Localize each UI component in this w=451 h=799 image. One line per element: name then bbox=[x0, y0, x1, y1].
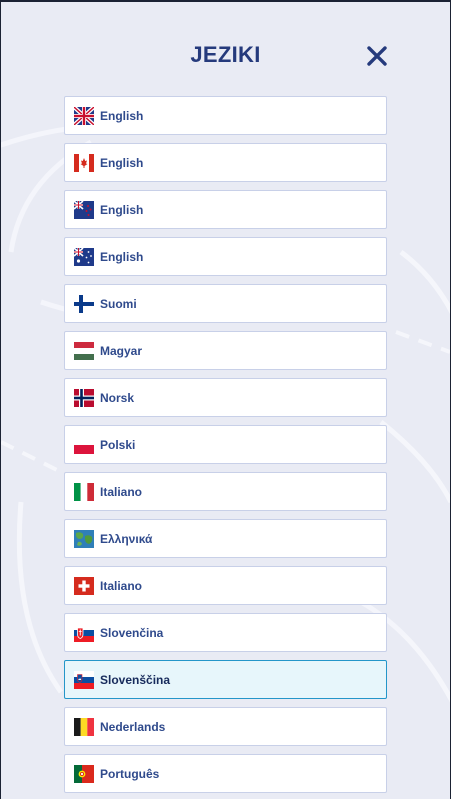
language-option-magyar[interactable]: Magyar bbox=[64, 331, 387, 370]
language-label: English bbox=[100, 155, 144, 170]
belgium-flag-icon bbox=[74, 717, 94, 736]
australia-flag-icon bbox=[74, 247, 94, 266]
language-label: Slovenščina bbox=[100, 672, 171, 687]
language-option-nederlands[interactable]: Nederlands bbox=[64, 707, 387, 746]
language-label: Slovenčina bbox=[100, 625, 164, 640]
language-option-english-ca[interactable]: English bbox=[64, 143, 387, 182]
language-label: Suomi bbox=[100, 296, 137, 311]
language-option-portugues[interactable]: Português bbox=[64, 754, 387, 793]
close-button[interactable] bbox=[364, 43, 390, 69]
language-list: English English English English Suomi Ma… bbox=[64, 96, 387, 799]
finland-flag-icon bbox=[74, 294, 94, 313]
language-option-english-uk[interactable]: English bbox=[64, 96, 387, 135]
language-label: English bbox=[100, 202, 144, 217]
new-zealand-flag-icon bbox=[74, 200, 94, 219]
language-option-suomi[interactable]: Suomi bbox=[64, 284, 387, 323]
language-option-italiano-ch[interactable]: Italiano bbox=[64, 566, 387, 605]
language-option-english-nz[interactable]: English bbox=[64, 190, 387, 229]
language-modal: JEZIKI English English English English S… bbox=[1, 2, 450, 799]
language-option-slovenscina-selected[interactable]: Slovenščina bbox=[64, 660, 387, 699]
language-label: Português bbox=[100, 766, 160, 781]
canada-flag-icon bbox=[74, 153, 94, 172]
language-option-slovencina[interactable]: Slovenčina bbox=[64, 613, 387, 652]
language-label: Italiano bbox=[100, 578, 143, 593]
uk-flag-icon bbox=[74, 106, 94, 125]
norway-flag-icon bbox=[74, 388, 94, 407]
language-label: Polski bbox=[100, 437, 136, 452]
language-option-italiano[interactable]: Italiano bbox=[64, 472, 387, 511]
language-option-english-au[interactable]: English bbox=[64, 237, 387, 276]
greek-globe-flag-icon bbox=[74, 529, 94, 548]
language-label: English bbox=[100, 249, 144, 264]
slovenia-flag-icon bbox=[74, 670, 94, 689]
language-label: Norsk bbox=[100, 390, 135, 405]
portugal-flag-icon bbox=[74, 764, 94, 783]
close-icon bbox=[367, 46, 387, 66]
language-label: Magyar bbox=[100, 343, 143, 358]
language-option-norsk[interactable]: Norsk bbox=[64, 378, 387, 417]
italy-flag-icon bbox=[74, 482, 94, 501]
language-option-greek[interactable]: Ελληνικά bbox=[64, 519, 387, 558]
language-label: English bbox=[100, 108, 144, 123]
language-label: Ελληνικά bbox=[100, 531, 153, 546]
hungary-flag-icon bbox=[74, 341, 94, 360]
language-label: Nederlands bbox=[100, 719, 166, 734]
slovakia-flag-icon bbox=[74, 623, 94, 642]
switzerland-flag-icon bbox=[74, 576, 94, 595]
poland-flag-icon bbox=[74, 435, 94, 454]
language-label: Italiano bbox=[100, 484, 143, 499]
language-option-polski[interactable]: Polski bbox=[64, 425, 387, 464]
